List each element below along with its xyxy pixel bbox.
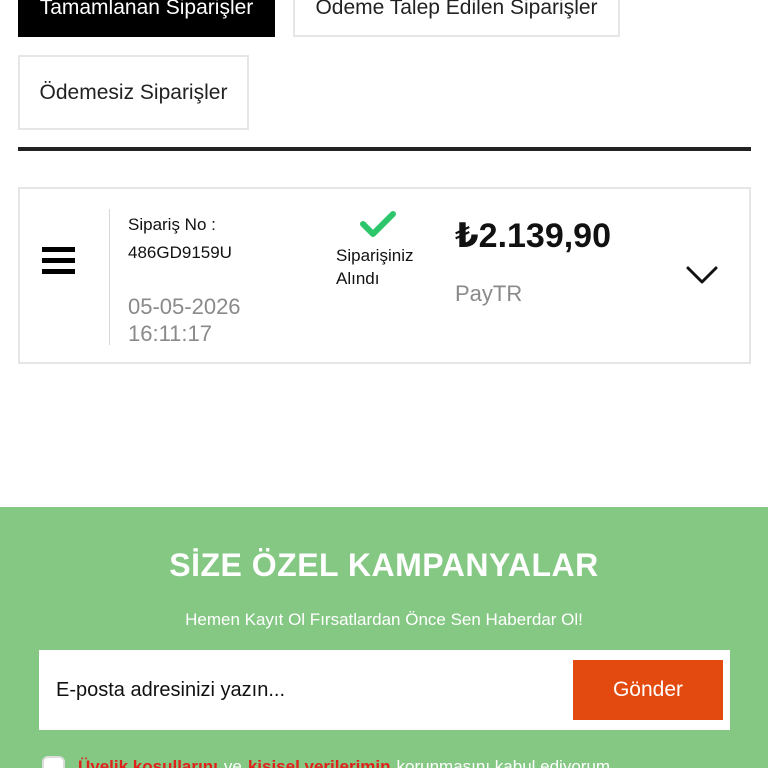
card-separator [109,209,110,345]
tab-completed-orders[interactable]: Tamamlanan Siparişler [18,0,275,37]
email-input[interactable] [39,650,569,730]
hamburger-icon[interactable] [42,245,76,275]
campaign-section: SİZE ÖZEL KAMPANYALAR Hemen Kayıt Ol Fır… [0,507,768,768]
tab-payment-requested-orders-label: Ödeme Talep Edilen Siparişler [315,0,598,19]
order-status-line2: Alındı [336,269,380,288]
tab-unpaid-orders[interactable]: Ödemesiz Siparişler [18,55,249,130]
order-status-line1: Siparişiniz [336,246,414,265]
order-time: 16:11:17 [128,321,213,346]
consent-row: Üyelik koşullarını ve kişisel verilerimi… [42,752,621,768]
payment-method: PayTR [455,281,523,306]
campaign-title: SİZE ÖZEL KAMPANYALAR [169,547,599,583]
section-divider [18,147,751,151]
consent-checkbox[interactable] [42,755,65,768]
newsletter-form: Gönder [39,650,730,730]
tab-unpaid-orders-label: Ödemesiz Siparişler [39,80,228,104]
chevron-down-icon[interactable] [686,265,718,285]
send-button[interactable]: Gönder [573,660,723,720]
personal-data-link[interactable]: kişisel verilerimin [248,757,391,768]
tab-payment-requested-orders[interactable]: Ödeme Talep Edilen Siparişler [293,0,620,37]
order-total-price: ₺2.139,90 [455,217,612,255]
consent-rest-text: korunmasını kabul ediyorum. [396,757,615,768]
order-card: Sipariş No : 486GD9159U 05-05-2026 16:11… [18,187,751,364]
order-number-label: Sipariş No : [128,215,216,234]
campaign-subtitle: Hemen Kayıt Ol Fırsatlardan Önce Sen Hab… [185,610,583,629]
consent-and-text: ve [223,757,242,768]
membership-terms-link[interactable]: Üyelik koşullarını [78,757,218,768]
tab-completed-orders-label: Tamamlanan Siparişler [39,0,254,19]
order-date: 05-05-2026 [128,294,241,319]
check-icon [360,211,396,237]
order-number: 486GD9159U [128,243,232,262]
